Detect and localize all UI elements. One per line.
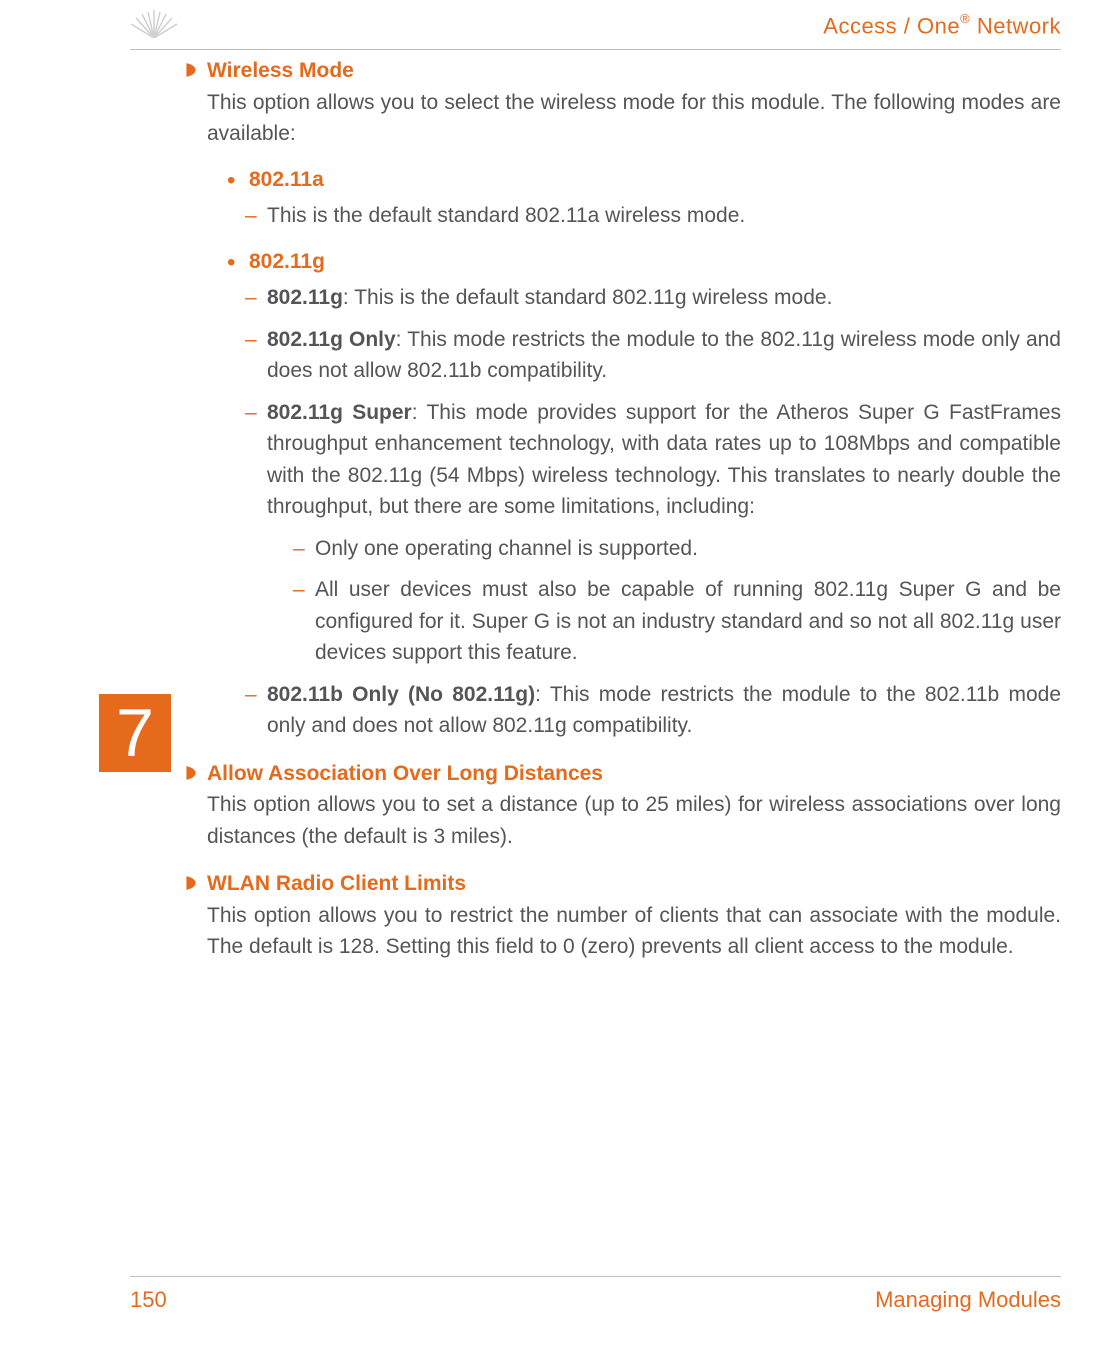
sub-title: 802.11g bbox=[249, 250, 325, 273]
dash-item: –802.11g Super: This mode provides suppo… bbox=[267, 397, 1061, 669]
header-reg-mark: ® bbox=[960, 11, 970, 26]
dash-icon: – bbox=[293, 533, 305, 565]
dash-item: –802.11g: This is the default standard 8… bbox=[267, 282, 1061, 314]
section-wlan-limits: WLAN Radio Client Limits This option all… bbox=[185, 868, 1061, 963]
sub-item-80211g: •802.11g –802.11g: This is the default s… bbox=[227, 246, 1061, 742]
dash-bold: 802.11g bbox=[267, 286, 343, 309]
bullet-d-icon bbox=[185, 55, 197, 83]
dash-icon: – bbox=[245, 324, 257, 356]
sub-list: •802.11a –This is the default standard 8… bbox=[227, 164, 1061, 742]
dash-bold: 802.11b Only (No 802.11g) bbox=[267, 683, 535, 706]
nested-dash-list: –Only one operating channel is supported… bbox=[293, 533, 1061, 669]
page-header: Access / One® Network bbox=[130, 8, 1061, 50]
section-body: This option allows you to set a distance… bbox=[207, 789, 1061, 852]
page-number: 150 bbox=[130, 1287, 167, 1313]
bullet-d-icon bbox=[185, 868, 197, 896]
nested-dash-item: –Only one operating channel is supported… bbox=[315, 533, 1061, 565]
content-body: Wireless Mode This option allows you to … bbox=[185, 55, 1061, 979]
nested-text: Only one operating channel is supported. bbox=[315, 537, 698, 560]
header-title: Access / One® Network bbox=[823, 13, 1061, 39]
section-title: Allow Association Over Long Distances bbox=[207, 762, 603, 785]
nested-text: All user devices must also be capable of… bbox=[315, 578, 1061, 664]
chapter-number: 7 bbox=[116, 699, 154, 767]
section-body: This option allows you to select the wir… bbox=[207, 87, 1061, 150]
section-body: This option allows you to restrict the n… bbox=[207, 900, 1061, 963]
dash-bold: 802.11g Super bbox=[267, 401, 412, 424]
dash-icon: – bbox=[293, 574, 305, 606]
dash-item: –802.11b Only (No 802.11g): This mode re… bbox=[267, 679, 1061, 742]
dash-item: –802.11g Only: This mode restricts the m… bbox=[267, 324, 1061, 387]
bullet-dot-icon: • bbox=[227, 251, 249, 275]
dash-item: –This is the default standard 802.11a wi… bbox=[267, 200, 1061, 232]
chapter-number-badge: 7 bbox=[99, 694, 171, 772]
sub-title: 802.11a bbox=[249, 168, 324, 191]
bullet-d-icon bbox=[185, 758, 197, 786]
footer-title: Managing Modules bbox=[875, 1287, 1061, 1313]
dash-text: : This is the default standard 802.11g w… bbox=[343, 286, 833, 309]
dash-text: This is the default standard 802.11a wir… bbox=[267, 204, 745, 227]
logo-icon bbox=[130, 8, 178, 44]
section-title: Wireless Mode bbox=[207, 59, 354, 82]
sub-item-80211a: •802.11a –This is the default standard 8… bbox=[227, 164, 1061, 232]
nested-dash-item: –All user devices must also be capable o… bbox=[315, 574, 1061, 669]
section-allow-association: Allow Association Over Long Distances Th… bbox=[185, 758, 1061, 853]
dash-icon: – bbox=[245, 200, 257, 232]
header-title-part2: Network bbox=[970, 13, 1061, 38]
bullet-dot-icon: • bbox=[227, 169, 249, 193]
dash-icon: – bbox=[245, 282, 257, 314]
section-wireless-mode: Wireless Mode This option allows you to … bbox=[185, 55, 1061, 742]
dash-icon: – bbox=[245, 679, 257, 711]
header-title-part1: Access / One bbox=[823, 13, 960, 38]
dash-bold: 802.11g Only bbox=[267, 328, 396, 351]
page-footer: 150 Managing Modules bbox=[130, 1276, 1061, 1313]
dash-icon: – bbox=[245, 397, 257, 429]
section-title: WLAN Radio Client Limits bbox=[207, 872, 466, 895]
